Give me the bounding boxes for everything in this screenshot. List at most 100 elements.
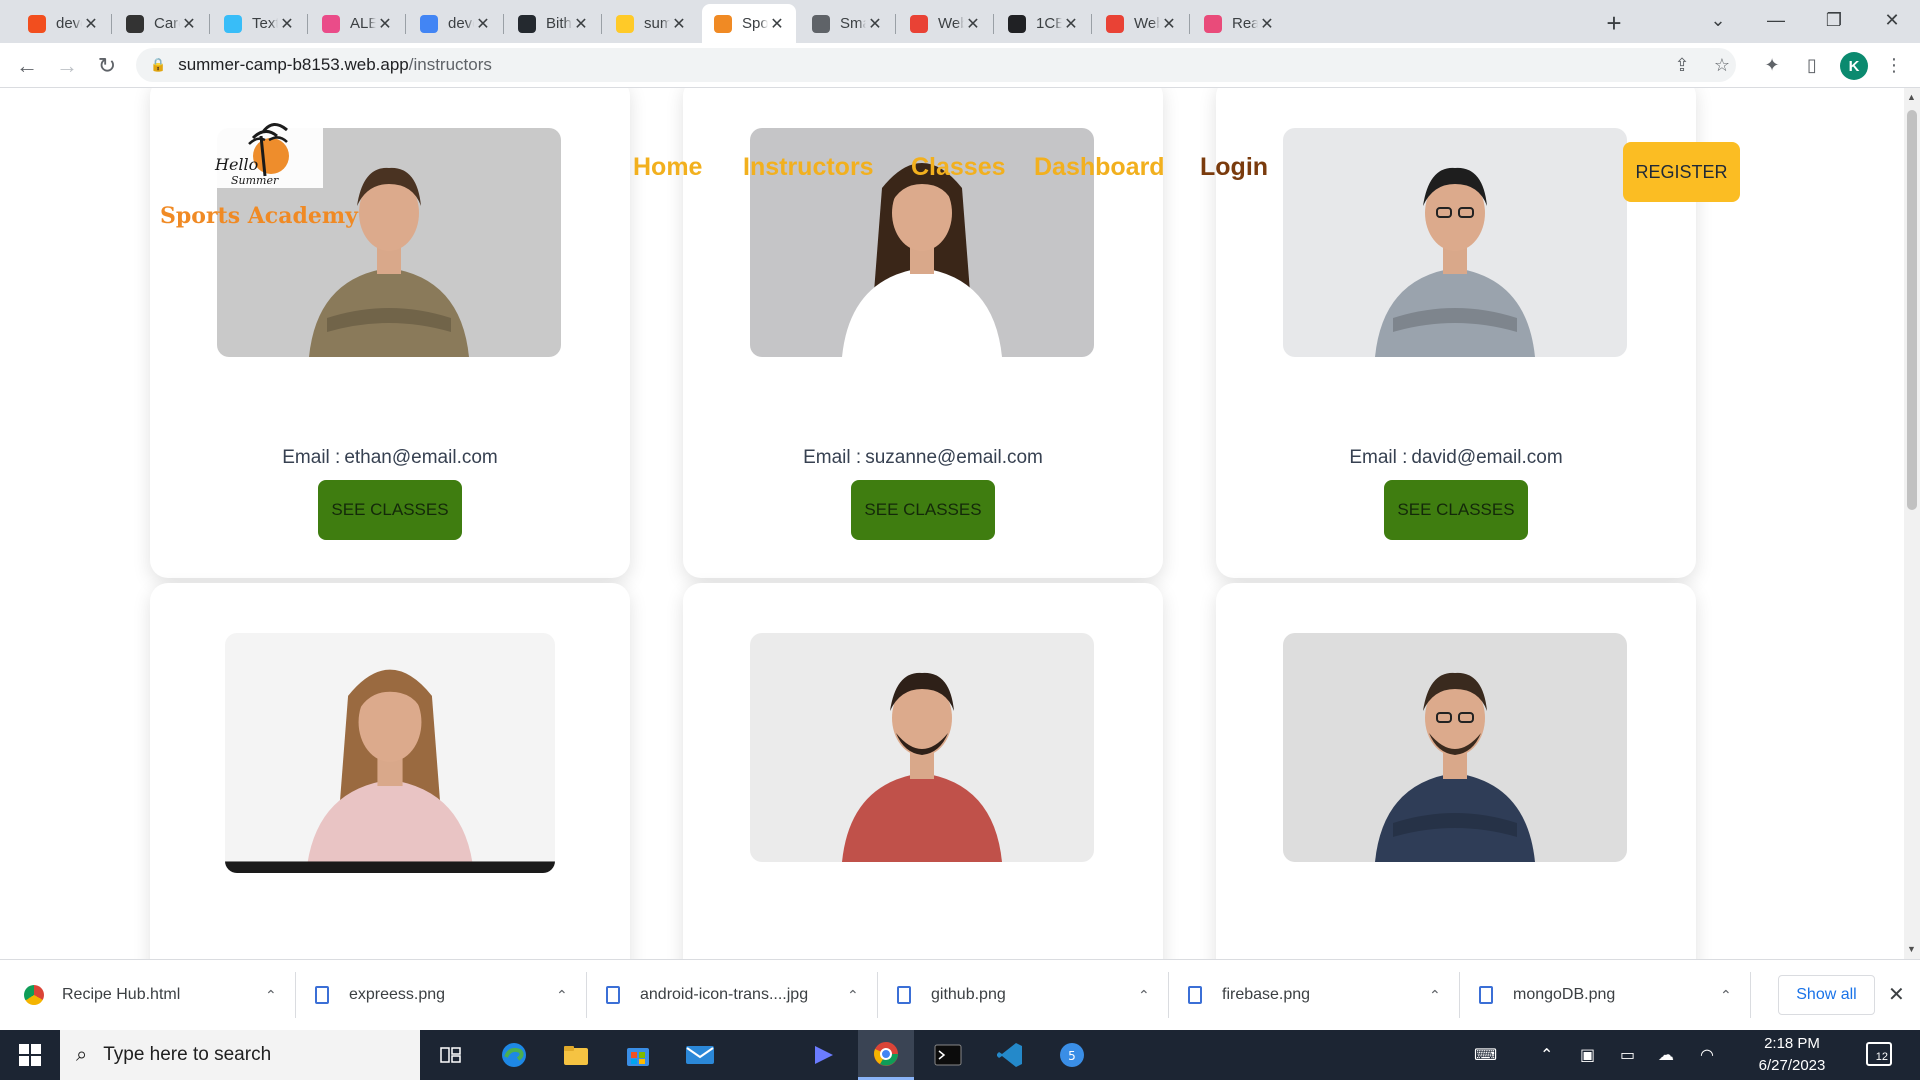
chevron-up-icon[interactable]: ⌃ <box>556 987 568 1004</box>
download-separator <box>1750 972 1751 1018</box>
browser-tab[interactable]: Webp✕ <box>1094 4 1188 43</box>
close-tab-icon[interactable]: ✕ <box>670 14 688 34</box>
globe-icon <box>812 14 830 33</box>
task-view-icon[interactable] <box>422 1030 478 1080</box>
tab-separator <box>895 14 896 34</box>
wifi-icon[interactable]: ◠ <box>1700 1045 1714 1065</box>
show-hidden-icons-icon[interactable]: ⌃ <box>1540 1045 1553 1065</box>
nav-home[interactable]: Home <box>633 153 702 182</box>
browser-tab[interactable]: Webp✕ <box>898 4 992 43</box>
browser-tab[interactable]: ALEX✕ <box>310 4 404 43</box>
address-bar[interactable]: 🔒 summer-camp-b8153.web.app/instructors <box>136 48 1736 82</box>
download-item[interactable]: github.png ⌃ <box>897 960 1176 1030</box>
minimize-icon[interactable]: — <box>1748 0 1804 40</box>
chevron-up-icon[interactable]: ⌃ <box>265 987 277 1004</box>
close-tab-icon[interactable]: ✕ <box>278 14 296 34</box>
back-icon[interactable]: ← <box>10 49 44 83</box>
chrome-taskbar-icon[interactable] <box>858 1030 914 1080</box>
close-tab-icon[interactable]: ✕ <box>768 14 786 34</box>
page-scrollbar[interactable]: ▲ ▼ <box>1904 88 1920 959</box>
scrollbar-thumb[interactable] <box>1907 110 1917 510</box>
scroll-up-icon[interactable]: ▲ <box>1907 92 1916 102</box>
taskbar-search-input[interactable]: ⌕ Type here to search <box>60 1030 420 1080</box>
chevron-up-icon[interactable]: ⌃ <box>1720 987 1732 1004</box>
mail-icon[interactable] <box>672 1030 728 1080</box>
nav-classes[interactable]: Classes <box>911 153 1006 182</box>
profile-avatar[interactable]: K <box>1840 52 1868 80</box>
close-downloads-icon[interactable]: ✕ <box>1888 982 1905 1007</box>
nav-dashboard[interactable]: Dashboard <box>1034 153 1165 182</box>
keyboard-icon[interactable]: ⌨ <box>1474 1045 1497 1065</box>
vscode-insiders-icon[interactable]: 5 <box>1044 1030 1100 1080</box>
reload-icon[interactable]: ↻ <box>90 49 124 83</box>
close-tab-icon[interactable]: ✕ <box>1062 14 1080 34</box>
show-all-button[interactable]: Show all <box>1778 975 1875 1015</box>
forward-icon[interactable]: → <box>50 49 84 83</box>
dev-icon <box>126 14 144 33</box>
side-panel-icon[interactable]: ▯ <box>1798 51 1826 79</box>
bookmark-star-icon[interactable]: ☆ <box>1708 51 1736 79</box>
close-tab-icon[interactable]: ✕ <box>1258 14 1276 34</box>
chevron-up-icon[interactable]: ⌃ <box>847 987 859 1004</box>
browser-tab[interactable]: develo✕ <box>16 4 110 43</box>
close-tab-icon[interactable]: ✕ <box>1160 14 1178 34</box>
close-tab-icon[interactable]: ✕ <box>474 14 492 34</box>
chevron-up-icon[interactable]: ⌃ <box>1429 987 1441 1004</box>
microsoft-store-icon[interactable] <box>610 1030 666 1080</box>
site-logo[interactable]: Hello Summer <box>213 118 323 188</box>
person-illustration <box>842 672 1002 862</box>
battery-icon[interactable]: ▭ <box>1620 1045 1635 1065</box>
close-window-icon[interactable]: ✕ <box>1864 0 1920 40</box>
new-tab-button[interactable]: + <box>1598 7 1630 39</box>
browser-tab[interactable]: develo✕ <box>408 4 502 43</box>
onedrive-icon[interactable]: ☁ <box>1658 1045 1674 1065</box>
downloads-bar: Recipe Hub.html ⌃ expreess.png ⌃ android-ico… <box>0 959 1920 1030</box>
close-tab-icon[interactable]: ✕ <box>82 14 100 34</box>
instructor-photo <box>750 633 1094 862</box>
browser-tab[interactable]: summ✕ <box>604 4 698 43</box>
download-item[interactable]: mongoDB.png ⌃ <box>1479 960 1758 1030</box>
copilot-icon[interactable] <box>796 1030 852 1080</box>
register-button[interactable]: REGISTER <box>1623 142 1740 202</box>
dribbble-icon <box>322 14 340 33</box>
extensions-icon[interactable]: ✦ <box>1758 51 1786 79</box>
browser-tab[interactable]: Sports✕ <box>702 4 796 43</box>
browser-tab[interactable]: 1CE -✕ <box>996 4 1090 43</box>
share-icon[interactable]: ⇪ <box>1668 51 1696 79</box>
nav-instructors[interactable]: Instructors <box>743 153 874 182</box>
browser-tab[interactable]: Text C✕ <box>212 4 306 43</box>
site-brand[interactable]: Sports Academy <box>160 203 358 229</box>
vscode-icon[interactable] <box>982 1030 1038 1080</box>
tab-search-icon[interactable]: ⌄ <box>1690 0 1746 40</box>
download-item[interactable]: Recipe Hub.html ⌃ <box>24 960 303 1030</box>
system-clock[interactable]: 2:18 PM 6/27/2023 <box>1744 1033 1840 1077</box>
browser-tab[interactable]: React✕ <box>1192 4 1286 43</box>
close-tab-icon[interactable]: ✕ <box>866 14 884 34</box>
scroll-down-icon[interactable]: ▼ <box>1907 944 1916 954</box>
see-classes-button[interactable]: SEE CLASSES <box>851 480 995 540</box>
close-tab-icon[interactable]: ✕ <box>572 14 590 34</box>
browser-tab[interactable]: Smart✕ <box>800 4 894 43</box>
browser-tab[interactable]: Bithi9✕ <box>506 4 600 43</box>
tab-title: Bithi9 <box>546 15 572 32</box>
download-item[interactable]: android-icon-trans....jpg ⌃ <box>606 960 885 1030</box>
file-explorer-icon[interactable] <box>548 1030 604 1080</box>
download-item[interactable]: firebase.png ⌃ <box>1188 960 1467 1030</box>
terminal-icon[interactable] <box>920 1030 976 1080</box>
edge-icon[interactable] <box>486 1030 542 1080</box>
download-item[interactable]: expreess.png ⌃ <box>315 960 594 1030</box>
device-icon[interactable]: ▣ <box>1580 1045 1595 1065</box>
download-separator <box>1168 972 1169 1018</box>
nav-login[interactable]: Login <box>1200 153 1268 182</box>
windows-start-icon[interactable] <box>10 1040 50 1070</box>
chevron-up-icon[interactable]: ⌃ <box>1138 987 1150 1004</box>
see-classes-button[interactable]: SEE CLASSES <box>1384 480 1528 540</box>
close-tab-icon[interactable]: ✕ <box>180 14 198 34</box>
close-tab-icon[interactable]: ✕ <box>964 14 982 34</box>
menu-kebab-icon[interactable]: ⋮ <box>1880 51 1908 79</box>
notification-center-icon[interactable]: 12 <box>1866 1042 1892 1066</box>
restore-icon[interactable]: ❐ <box>1806 0 1862 40</box>
browser-tab[interactable]: Carou✕ <box>114 4 208 43</box>
close-tab-icon[interactable]: ✕ <box>376 14 394 34</box>
see-classes-button[interactable]: SEE CLASSES <box>318 480 462 540</box>
